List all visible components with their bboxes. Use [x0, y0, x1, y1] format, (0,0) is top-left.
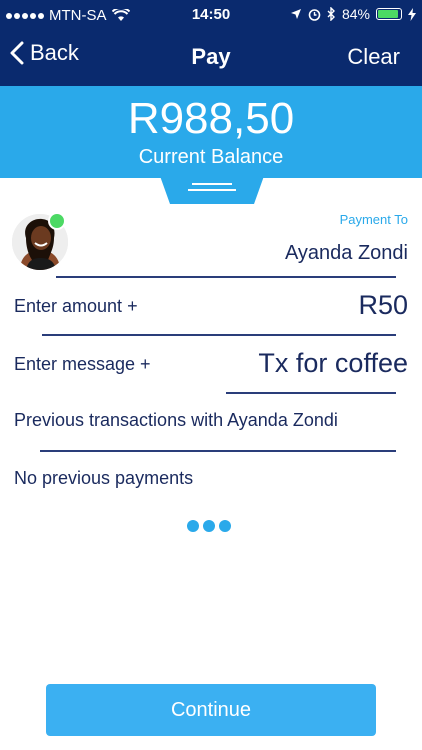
- bluetooth-icon: [327, 7, 335, 21]
- charging-icon: [408, 7, 416, 21]
- message-row[interactable]: Enter message + Tx for coffee: [14, 348, 410, 384]
- back-button[interactable]: Back: [10, 40, 79, 66]
- history-empty-text: No previous payments: [14, 468, 194, 488]
- history-heading-row: Previous transactions with Ayanda Zondi: [14, 410, 410, 436]
- divider: [56, 276, 396, 278]
- balance-amount: R988,50: [127, 94, 295, 143]
- message-label: Enter message +: [14, 354, 151, 374]
- online-status-icon: [48, 212, 66, 230]
- navigation-bar: Back Pay Clear: [0, 30, 422, 86]
- battery-icon: [376, 8, 402, 20]
- message-value[interactable]: Tx for coffee: [258, 348, 408, 379]
- divider: [40, 450, 396, 452]
- clear-button[interactable]: Clear: [347, 44, 400, 70]
- recipient-section: Payment To Ayanda Zondi: [12, 212, 410, 276]
- balance-panel: R988,50 Current Balance: [0, 86, 422, 178]
- status-right: 84%: [290, 6, 416, 22]
- continue-button[interactable]: Continue: [46, 684, 376, 736]
- balance-label: Current Balance: [138, 146, 284, 168]
- back-label: Back: [30, 40, 79, 65]
- loading-indicator: [187, 520, 231, 532]
- divider: [226, 392, 396, 394]
- history-empty-row: No previous payments: [14, 468, 410, 494]
- loading-dot: [219, 520, 231, 532]
- history-heading: Previous transactions with Ayanda Zondi: [14, 410, 338, 430]
- chevron-left-icon: [10, 41, 24, 65]
- recipient-name: Ayanda Zondi: [284, 242, 408, 264]
- divider: [42, 334, 396, 336]
- location-icon: [290, 9, 301, 19]
- amount-row[interactable]: Enter amount + R50: [14, 290, 410, 326]
- battery-percent: 84%: [341, 6, 370, 22]
- alarm-icon: [308, 8, 321, 21]
- amount-label: Enter amount +: [14, 296, 138, 316]
- status-bar: MTN-SA 14:50 84%: [0, 0, 422, 30]
- loading-dot: [203, 520, 215, 532]
- amount-value[interactable]: R50: [358, 290, 408, 321]
- loading-dot: [187, 520, 199, 532]
- top-bar: MTN-SA 14:50 84% Back Pay Clear: [0, 0, 422, 86]
- payment-to-label: Payment To: [339, 212, 408, 227]
- panel-handle[interactable]: [160, 176, 264, 204]
